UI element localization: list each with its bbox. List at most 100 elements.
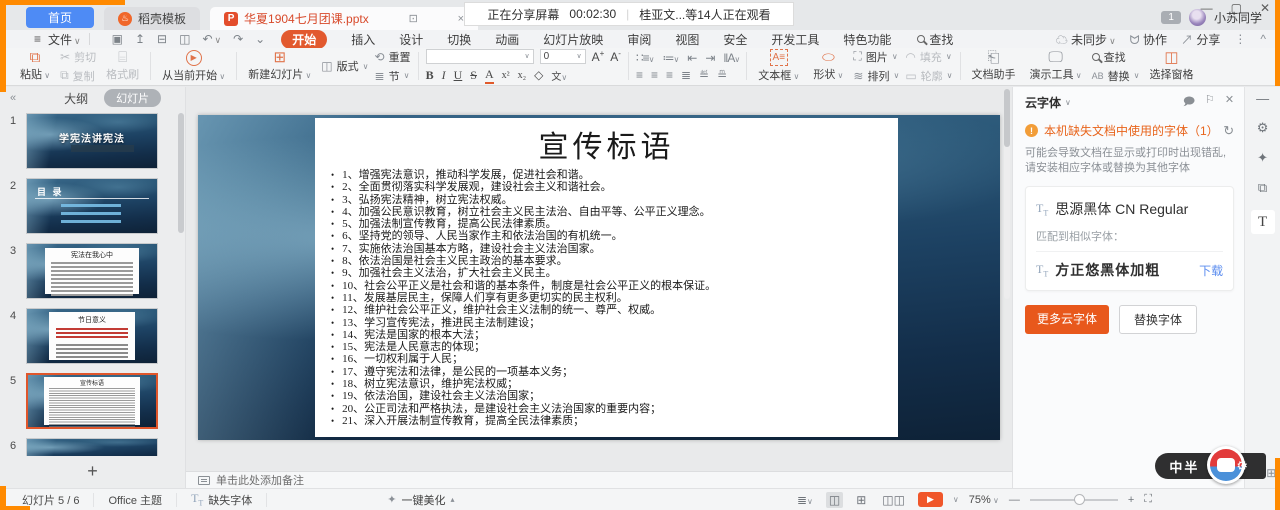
hamburger-icon[interactable]: ≡	[34, 32, 41, 46]
slide-thumbnail-1[interactable]: 1学宪法讲宪法	[0, 113, 177, 169]
missing-fonts-status[interactable]: TT缺失字体	[177, 493, 267, 507]
tab-security[interactable]: 安全	[723, 31, 747, 48]
refresh-icon[interactable]: ↻	[1223, 123, 1234, 139]
print-icon[interactable]: ⊟	[157, 32, 167, 46]
picture-button[interactable]: ⛶图片∨	[853, 49, 899, 65]
paste-button[interactable]: ⧉粘贴 ∨	[16, 50, 54, 82]
menubar-find[interactable]: 查找	[917, 31, 953, 48]
line-spacing-icon[interactable]: ≞	[717, 68, 726, 82]
notification-badge[interactable]: 1	[1161, 11, 1181, 24]
font-color-button[interactable]: A	[485, 67, 494, 84]
feedback-icon[interactable]: 🗩	[1183, 93, 1195, 112]
align-right-icon[interactable]: ≡	[666, 68, 672, 82]
tab-design[interactable]: 设计	[399, 31, 423, 48]
tab-slideshow[interactable]: 幻灯片放映	[543, 31, 603, 48]
canvas-scrollbar[interactable]	[1004, 89, 1010, 299]
outline-button[interactable]: ▭轮廓∨	[905, 68, 952, 84]
tab-features[interactable]: 特色功能	[843, 31, 891, 48]
user-avatar[interactable]	[1189, 9, 1206, 26]
shapes-button[interactable]: ⬭形状 ∨	[809, 50, 847, 82]
sync-status[interactable]: ☁ 未同步∨	[1056, 31, 1116, 48]
layout-button[interactable]: ◫版式∨	[321, 58, 368, 74]
ime-toolbar[interactable]: 中半 简 ⚙	[1155, 450, 1248, 482]
layers-icon[interactable]: ⧉	[1258, 180, 1267, 196]
slide-thumbnail-5[interactable]: 5宣传标语	[0, 373, 177, 429]
save-icon[interactable]: ▣	[112, 32, 123, 46]
section-button[interactable]: ≣节∨	[375, 68, 411, 84]
fit-slide-icon[interactable]: ⛶	[1144, 493, 1152, 506]
tab-view[interactable]: 视图	[675, 31, 699, 48]
play-from-current-button[interactable]: ▶从当前开始 ∨	[158, 50, 229, 83]
decrease-font-icon[interactable]: A-	[610, 49, 621, 64]
more-icon[interactable]: ⌄	[255, 32, 265, 46]
clear-format-button[interactable]: ◇	[534, 68, 543, 83]
new-slide-button[interactable]: ⊞新建幻灯片 ∨	[244, 50, 315, 82]
zoom-in-button[interactable]: +	[1128, 494, 1134, 506]
slide-thumbnail-4[interactable]: 4节日意义	[0, 308, 177, 364]
thumb-preview[interactable]: 宪法在我心中	[26, 243, 158, 299]
align-left-icon[interactable]: ≡	[636, 68, 642, 82]
thumb-preview[interactable]: 学宪法讲宪法	[26, 113, 158, 169]
format-painter-button[interactable]: ⌸格式刷	[102, 50, 143, 82]
download-link[interactable]: 下载	[1199, 262, 1223, 279]
more-cloud-fonts-button[interactable]: 更多云字体	[1025, 305, 1109, 334]
notes-bar[interactable]: 单击此处添加备注	[186, 471, 1012, 488]
decrease-indent-icon[interactable]: ⇤	[687, 51, 696, 65]
properties-icon[interactable]: ⚙	[1257, 120, 1269, 136]
reset-button[interactable]: ⟲重置	[375, 49, 411, 65]
tab-insert[interactable]: 插入	[351, 31, 375, 48]
fill-button[interactable]: ◠填充∨	[905, 49, 952, 65]
sidebar-scrollbar[interactable]	[178, 113, 184, 233]
notes-toggle-icon[interactable]: ≣∨	[794, 492, 816, 508]
screen-share-icon[interactable]: ⊡	[409, 12, 418, 25]
collapse-sidebar-icon[interactable]: «	[10, 92, 16, 104]
ime-mode-label[interactable]: 中半	[1169, 457, 1199, 476]
font-name-combo[interactable]: ∨	[426, 49, 534, 64]
sorter-view-icon[interactable]: ⊞	[853, 492, 869, 508]
tab-document[interactable]: P 华夏1904七月团课.pptx ⊡ ×	[210, 7, 478, 30]
tab-devtools[interactable]: 开发工具	[771, 31, 819, 48]
zoom-out-button[interactable]: —	[1009, 494, 1020, 506]
close-panel-icon[interactable]: ✕	[1225, 93, 1234, 112]
superscript-button[interactable]: x²	[502, 70, 510, 81]
panel-dropdown-icon[interactable]: ∨	[1065, 98, 1071, 107]
zoom-slider-knob[interactable]	[1074, 494, 1085, 505]
slide-canvas[interactable]: 宣传标语 1、增强宪法意识，推动科学发展，促进社会和谐。2、全面贯彻落实科学发展…	[186, 87, 1012, 471]
tab-transition[interactable]: 切换	[447, 31, 471, 48]
bullet-list-icon[interactable]: ∷≡∨	[636, 51, 654, 65]
share-button[interactable]: ↗ 分享	[1181, 31, 1220, 48]
subscript-button[interactable]: x₂	[518, 70, 527, 81]
copy-button[interactable]: ⧉复制	[60, 68, 96, 84]
thumb-preview[interactable]: 宣传标语	[26, 373, 158, 429]
text-box-button[interactable]: A≡文本框 ∨	[754, 49, 803, 83]
present-tools-button[interactable]: 🖵演示工具 ∨	[1026, 50, 1086, 82]
outline-tab[interactable]: 大纲	[64, 90, 88, 107]
slide-thumbnail-6[interactable]: 6	[0, 438, 177, 456]
zoom-level[interactable]: 75% ∨	[969, 494, 999, 506]
thumb-preview[interactable]: 节日意义	[26, 308, 158, 364]
add-slide-button[interactable]: +	[0, 461, 185, 482]
more-menu-icon[interactable]: ⋮	[1234, 32, 1246, 46]
redo-icon[interactable]: ↷	[233, 32, 243, 46]
file-menu[interactable]: 文件∨	[48, 31, 81, 48]
slideshow-play-button[interactable]: ▶	[918, 492, 943, 507]
thumb-preview[interactable]: 目 录	[26, 178, 158, 234]
increase-indent-icon[interactable]: ⇥	[705, 51, 714, 65]
normal-view-icon[interactable]: ◫	[826, 492, 843, 508]
bold-button[interactable]: B	[426, 68, 434, 83]
align-center-icon[interactable]: ≡	[651, 68, 657, 82]
theme-label[interactable]: Office 主题	[94, 493, 177, 507]
zoom-slider[interactable]	[1030, 499, 1118, 501]
justify-icon[interactable]: ≣	[681, 68, 690, 82]
strikethrough-button[interactable]: S	[470, 68, 477, 83]
text-tool-button[interactable]: 文∨	[551, 68, 567, 83]
current-slide[interactable]: 宣传标语 1、增强宪法意识，推动科学发展，促进社会和谐。2、全面贯彻落实科学发展…	[198, 115, 1000, 440]
text-panel-icon[interactable]: T	[1251, 210, 1275, 234]
collapse-ribbon-icon[interactable]: ^	[1260, 32, 1266, 46]
replace-font-button[interactable]: 替换字体	[1119, 305, 1197, 334]
doc-assistant-button[interactable]: ⎗文档助手	[968, 50, 1020, 82]
print-preview-icon[interactable]: ◫	[179, 32, 190, 46]
text-direction-icon[interactable]: ‖A∨	[723, 51, 739, 65]
tab-animation[interactable]: 动画	[495, 31, 519, 48]
replace-button[interactable]: AB替换∨	[1092, 68, 1140, 84]
